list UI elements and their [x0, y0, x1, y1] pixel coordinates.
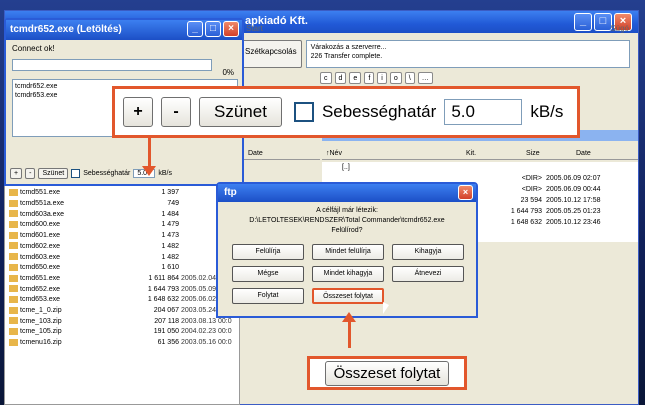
connection-bar: Szétkapcsolás Várakozás a szerverre... 2…	[240, 40, 630, 68]
overwrite-button[interactable]: Felülírja	[232, 244, 304, 260]
progress-percent: 0%	[222, 68, 234, 77]
rename-button[interactable]: Átnevezi	[392, 266, 464, 282]
col-ext[interactable]: Kit.	[462, 148, 522, 159]
table-row[interactable]: tcme_105.zip 191 050 2004.02.23 00:0	[5, 327, 239, 338]
table-row[interactable]: tcmd651.exe 1 611 864 2005.02.04 00:0	[5, 274, 239, 285]
speed-limit-input[interactable]: 5.0	[444, 99, 523, 125]
table-row[interactable]: tcmenu16.zip 61 356 2003.05.16 00:0	[5, 338, 239, 349]
col-name[interactable]: ↑Név	[322, 148, 462, 159]
right-panel-columns: ↑Név Kit. Size Date	[322, 148, 638, 160]
minus-button[interactable]: -	[161, 97, 191, 127]
plus-button[interactable]: +	[10, 168, 23, 179]
drive-button[interactable]: …	[417, 72, 433, 84]
cancel-button[interactable]: Mégse	[232, 266, 304, 282]
speed-unit: kB/s	[158, 170, 172, 177]
menu-help[interactable]: Súgó	[610, 24, 629, 33]
close-button[interactable]: ×	[458, 185, 473, 200]
progress-bar	[12, 59, 212, 71]
table-row[interactable]: tcmd603.exe 1 482	[5, 253, 239, 264]
skip-button[interactable]: Kihagyja	[392, 244, 464, 260]
ftp-log: Várakozás a szerverre... 226 Transfer co…	[305, 40, 630, 68]
table-row[interactable]: tcme_1_0.zip 204 067 2003.05.24 00:0	[5, 306, 239, 317]
col-size[interactable]: Size	[522, 148, 572, 159]
table-row[interactable]: tcmd551a.exe 749	[5, 199, 239, 210]
table-row[interactable]: tcmd551.exe 1 397	[5, 188, 239, 199]
mouse-cursor-icon	[383, 302, 389, 314]
list-item[interactable]: [..]	[322, 162, 638, 173]
overwrite-all-button[interactable]: Mindet felülírja	[312, 244, 384, 260]
continue-all-callout: Összeset folytat	[307, 356, 467, 390]
table-row[interactable]: tcmd652.exe 1 644 793 2005.05.09 16:	[5, 285, 239, 296]
drive-button[interactable]: f	[364, 72, 375, 84]
drive-button[interactable]: i	[377, 72, 387, 84]
zoom-callout: + - Szünet Sebességhatár 5.0 kB/s	[112, 86, 580, 138]
log-line: 226 Transfer complete.	[310, 53, 383, 60]
table-row[interactable]: tcmd603a.exe 1 484	[5, 210, 239, 221]
menu-bar: Start Súgó	[240, 22, 635, 38]
speed-limit-label: Sebességhatár	[83, 170, 131, 177]
drive-button[interactable]: d	[334, 72, 347, 84]
col-date[interactable]: Date	[572, 148, 632, 159]
callout-arrow	[348, 318, 351, 348]
log-line: Várakozás a szerverre...	[310, 44, 387, 51]
speed-limit-label: Sebességhatár	[321, 102, 437, 121]
ftp-dialog-title: ftp ×	[218, 184, 476, 202]
table-row[interactable]: tcmd650.exe 1 610	[5, 263, 239, 274]
continue-all-button[interactable]: Összeset folytat	[324, 360, 450, 386]
plus-button[interactable]: +	[123, 97, 153, 127]
menu-start[interactable]: Start	[246, 24, 263, 33]
disconnect-button[interactable]: Szétkapcsolás	[240, 40, 302, 68]
speed-unit: kB/s	[530, 102, 564, 121]
table-row[interactable]: tcmd602.exe 1 482	[5, 242, 239, 253]
drive-bar: c d e f i o \ …	[320, 72, 433, 84]
speed-limit-checkbox[interactable]	[71, 169, 81, 178]
table-row[interactable]: tcmd600.exe 1 479	[5, 220, 239, 231]
table-row[interactable]: tcmd601.exe 1 473	[5, 231, 239, 242]
skip-all-button[interactable]: Mindet kihagyja	[312, 266, 384, 282]
minimize-button[interactable]: _	[187, 21, 203, 37]
left-col-date[interactable]: Date	[244, 148, 320, 160]
maximize-button[interactable]: □	[205, 21, 221, 37]
table-row[interactable]: tcmd653.exe 1 648 632 2005.06.02 09:	[5, 295, 239, 306]
drive-button[interactable]: o	[389, 72, 402, 84]
ftp-dialog: ftp × A célfájl már létezik: D:\LETOLTES…	[216, 182, 478, 318]
drive-button[interactable]: c	[320, 72, 332, 84]
speed-limit-checkbox[interactable]	[293, 102, 314, 122]
transfer-controls: + - Szünet Sebességhatár 5.0 kB/s	[10, 168, 240, 179]
pause-button[interactable]: Szünet	[199, 97, 282, 127]
continue-all-button[interactable]: Összeset folytat	[312, 288, 384, 304]
ftp-message: A célfájl már létezik: D:\LETOLTESEK\REN…	[249, 207, 445, 234]
transfer-dialog-title: tcmdr652.exe (Letöltés) _ □ ×	[6, 20, 242, 40]
callout-arrowhead	[142, 166, 156, 176]
close-button[interactable]: ×	[223, 21, 239, 37]
ftp-buttons: Felülírja Mindet felülírja Kihagyja Mégs…	[218, 240, 476, 308]
pause-button[interactable]: Szünet	[38, 168, 69, 179]
connection-status: Connect ok!	[12, 44, 55, 53]
continue-button[interactable]: Folytat	[232, 288, 304, 304]
drive-button[interactable]: e	[349, 72, 362, 84]
table-row[interactable]: tcme_103.zip 207 118 2003.08.13 00:0	[5, 317, 239, 328]
left-file-list: tcmdr602.exe1 4tcmd550.exe1 423tcmd551.e…	[4, 166, 240, 405]
minus-button[interactable]: -	[25, 168, 36, 179]
drive-button[interactable]: \	[404, 72, 415, 84]
